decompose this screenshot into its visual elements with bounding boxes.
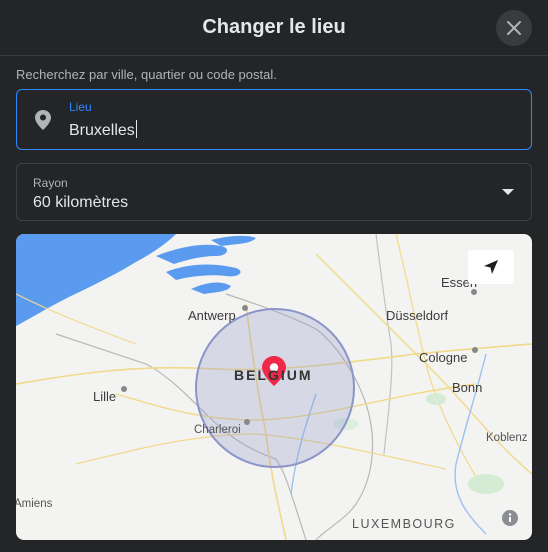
city-label-amiens: Amiens [16, 498, 53, 510]
close-icon [507, 21, 521, 35]
info-icon[interactable] [502, 510, 518, 526]
dialog-header: Changer le lieu [0, 0, 548, 56]
location-label: Lieu [69, 100, 92, 114]
city-label-charleroi: Charleroi [194, 424, 241, 436]
location-input[interactable]: Bruxelles [69, 120, 137, 140]
navigation-arrow-icon [484, 260, 498, 274]
text-caret [135, 120, 137, 138]
city-label-koblenz: Koblenz [486, 432, 528, 444]
dropdown-arrow-icon [502, 189, 514, 195]
city-label-antwerp: Antwerp [188, 308, 236, 323]
location-map[interactable]: Antwerp Essen Düsseldorf Cologne Bonn Li… [16, 234, 532, 540]
location-value: Bruxelles [69, 122, 135, 139]
search-hint: Recherchez par ville, quartier ou code p… [16, 67, 277, 82]
city-label-bonn: Bonn [452, 380, 483, 395]
radius-label: Rayon [33, 176, 68, 190]
radius-select[interactable]: Rayon 60 kilomètres [16, 163, 532, 221]
location-field[interactable]: Lieu Bruxelles [16, 89, 532, 150]
location-pin-icon [35, 110, 51, 130]
dialog-title: Changer le lieu [202, 16, 346, 38]
close-button[interactable] [496, 10, 532, 46]
country-label-belgium: BELGIUM [234, 367, 313, 383]
locate-me-button[interactable] [468, 250, 514, 284]
city-label-lille: Lille [93, 389, 117, 404]
city-label-cologne: Cologne [419, 350, 468, 365]
country-label-luxembourg: LUXEMBOURG [352, 517, 456, 531]
radius-value: 60 kilomètres [33, 194, 129, 211]
city-label-dusseldorf: Düsseldorf [386, 308, 449, 323]
